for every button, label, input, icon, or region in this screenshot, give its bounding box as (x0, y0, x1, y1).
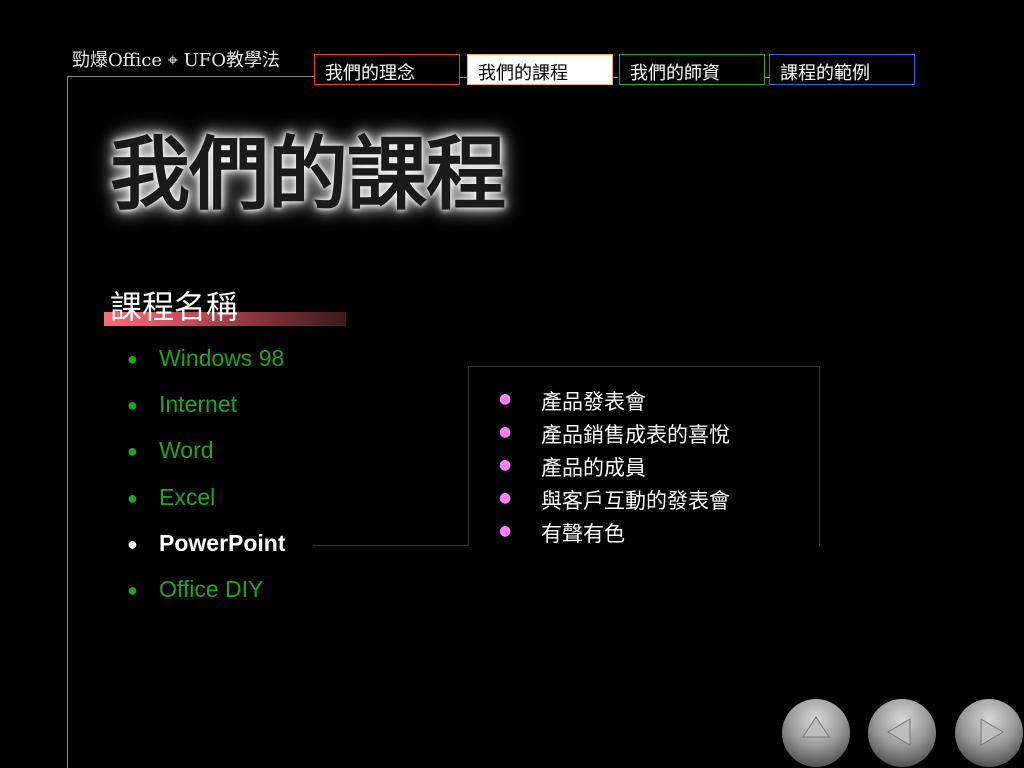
bullet-icon: ● (127, 533, 138, 554)
detail-item: ● 產品的成員 (499, 452, 730, 485)
detail-label: 與客戶互動的發表會 (541, 489, 730, 513)
detail-label: 產品的成員 (541, 456, 646, 480)
tab-link-line (459, 77, 467, 78)
bullet-icon: ● (127, 579, 138, 600)
course-item-excel[interactable]: ● Excel (127, 484, 286, 530)
course-list: ● Windows 98 ● Internet ● Word ● Excel ● Powe… (127, 345, 286, 622)
bullet-icon: ● (127, 395, 138, 416)
bullet-icon: ● (127, 349, 138, 369)
bullet-icon: ● (499, 523, 512, 539)
detail-item: ● 產品發表會 (499, 386, 730, 419)
course-label: PowerPoint (159, 529, 286, 556)
right-icon (980, 718, 1004, 746)
left-icon (887, 718, 911, 746)
bullet-icon: ● (499, 490, 512, 506)
up-icon (802, 716, 830, 738)
course-label: Office DIY (159, 575, 264, 602)
tab-philosophy[interactable]: 我們的理念 (314, 54, 460, 85)
course-label: Excel (159, 483, 216, 510)
course-item-powerpoint[interactable]: ● PowerPoint (127, 530, 286, 576)
tab-examples[interactable]: 課程的範例 (769, 54, 915, 85)
up-button[interactable] (782, 699, 850, 767)
course-detail-list: ● 產品發表會 ● 產品銷售成表的喜悅 ● 產品的成員 ● 與客戶互動的發表會 ● 有聲有… (499, 386, 730, 551)
detail-label: 有聲有色 (541, 522, 625, 546)
course-item-word[interactable]: ● Word (127, 437, 286, 483)
frame-top-line (67, 76, 315, 77)
detail-label: 產品發表會 (541, 390, 646, 414)
bullet-icon: ● (127, 487, 138, 508)
tab-teachers[interactable]: 我們的師資 (619, 54, 765, 85)
next-button[interactable] (955, 699, 1023, 767)
detail-item: ● 產品銷售成表的喜悅 (499, 419, 730, 452)
page-title: 我們的課程 (110, 128, 506, 221)
bullet-icon: ● (127, 441, 138, 462)
course-label: Word (159, 437, 214, 464)
bullet-icon: ● (499, 457, 512, 473)
connector-line (313, 545, 468, 546)
bullet-icon: ● (499, 424, 512, 440)
detail-item: ● 有聲有色 (499, 518, 730, 551)
course-label: Internet (159, 391, 237, 418)
brand-title: 勁爆Office ⌖ UFO教學法 (72, 50, 281, 71)
course-label: Windows 98 (159, 345, 285, 371)
frame-left-line (67, 76, 68, 768)
section-heading: 課程名稱 (110, 288, 239, 326)
detail-label: 產品銷售成表的喜悅 (541, 423, 730, 447)
course-item-windows98[interactable]: ● Windows 98 (127, 345, 286, 391)
detail-item: ● 與客戶互動的發表會 (499, 485, 730, 518)
course-item-office-diy[interactable]: ● Office DIY (127, 576, 286, 622)
tab-courses[interactable]: 我們的課程 (467, 54, 613, 85)
previous-button[interactable] (868, 699, 936, 767)
course-item-internet[interactable]: ● Internet (127, 391, 286, 437)
bullet-icon: ● (499, 391, 512, 407)
